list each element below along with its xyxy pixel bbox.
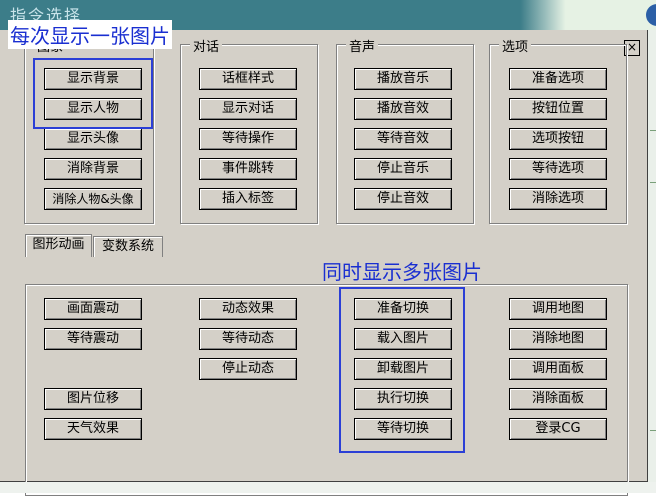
clear-character-portrait-button[interactable]: 消除人物&头像 (44, 188, 142, 210)
single-image-annotation: 每次显示一张图片 (8, 20, 172, 49)
register-cg-button[interactable]: 登录CG (509, 418, 607, 440)
multi-image-annotation: 同时显示多张图片 (322, 260, 482, 284)
screen-shake-button[interactable]: 画面震动 (44, 298, 142, 320)
wait-options-button[interactable]: 等待选项 (509, 158, 607, 180)
dialogue-group-label: 对话 (190, 36, 223, 55)
background-line (650, 430, 656, 431)
tab-graphics-animation[interactable]: 图形动画 (25, 234, 92, 257)
multi-image-highlight-box (339, 287, 465, 453)
wait-sfx-button[interactable]: 等待音效 (354, 128, 452, 150)
clear-options-button[interactable]: 消除选项 (509, 188, 607, 210)
show-dialogue-button[interactable]: 显示对话 (199, 98, 297, 120)
prepare-options-button[interactable]: 准备选项 (509, 68, 607, 90)
clear-panel-button[interactable]: 消除面板 (509, 388, 607, 410)
option-buttons-button[interactable]: 选项按钮 (509, 128, 607, 150)
insert-label-button[interactable]: 插入标签 (199, 188, 297, 210)
dialog-style-button[interactable]: 话框样式 (199, 68, 297, 90)
play-music-button[interactable]: 播放音乐 (354, 68, 452, 90)
sound-group-label: 音声 (346, 36, 379, 55)
wait-input-button[interactable]: 等待操作 (199, 128, 297, 150)
play-sfx-button[interactable]: 播放音效 (354, 98, 452, 120)
call-panel-button[interactable]: 调用面板 (509, 358, 607, 380)
weather-effect-button[interactable]: 天气效果 (44, 418, 142, 440)
stop-music-button[interactable]: 停止音乐 (354, 158, 452, 180)
stop-dynamic-button[interactable]: 停止动态 (199, 358, 297, 380)
image-move-button[interactable]: 图片位移 (44, 388, 142, 410)
options-group-label: 选项 (499, 36, 532, 55)
clear-background-button[interactable]: 消除背景 (44, 158, 142, 180)
wait-shake-button[interactable]: 等待震动 (44, 328, 142, 350)
single-image-highlight-box (33, 58, 153, 129)
clear-map-button[interactable]: 消除地图 (509, 328, 607, 350)
close-icon: × (626, 40, 638, 54)
background-line (650, 130, 656, 131)
background-line (650, 182, 656, 183)
wait-dynamic-button[interactable]: 等待动态 (199, 328, 297, 350)
stop-sfx-button[interactable]: 停止音效 (354, 188, 452, 210)
background-bottom-strip (0, 482, 656, 493)
background-window-edge (648, 30, 656, 482)
background-window-strip (430, 0, 656, 30)
show-portrait-button[interactable]: 显示头像 (44, 128, 142, 150)
event-jump-button[interactable]: 事件跳转 (199, 158, 297, 180)
call-map-button[interactable]: 调用地图 (509, 298, 607, 320)
dynamic-effect-button[interactable]: 动态效果 (199, 298, 297, 320)
tab-variable-system[interactable]: 变数系统 (93, 236, 163, 257)
button-position-button[interactable]: 按钮位置 (509, 98, 607, 120)
